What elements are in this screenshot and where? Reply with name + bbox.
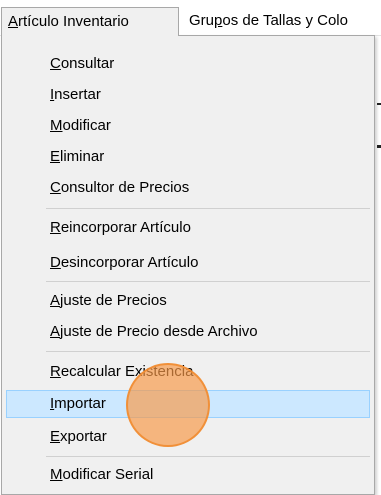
menu-item-ajuste-de-precios[interactable]: Ajuste de Precios (6, 287, 370, 315)
menu-item-desincorporar-articulo[interactable]: Desincorporar Artículo (6, 249, 370, 277)
menubar-articulo-inventario[interactable]: Artículo Inventario (1, 7, 179, 36)
menu-item-modificar[interactable]: Modificar (6, 112, 370, 140)
menu-separator (46, 208, 370, 209)
menu-item-modificar-serial[interactable]: Modificar Serial (6, 461, 370, 489)
menu-item-ajuste-de-precio-desde-archivo[interactable]: Ajuste de Precio desde Archivo (6, 318, 370, 346)
menu-item-insertar[interactable]: Insertar (6, 81, 370, 109)
articulo-inventario-dropdown: Consultar Insertar Modificar Eliminar Co… (1, 35, 375, 495)
menu-item-consultor-de-precios[interactable]: Consultor de Precios (6, 174, 370, 202)
menu-item-importar[interactable]: Importar (6, 390, 370, 418)
menu-item-exportar[interactable]: Exportar (6, 423, 370, 451)
menu-bar: Artículo Inventario Grupos de Tallas y C… (0, 0, 381, 36)
menu-item-recalcular-existencia[interactable]: Recalcular Existencia (6, 358, 370, 386)
menu-separator (46, 456, 370, 457)
background-mark (377, 103, 381, 105)
menu-separator (46, 281, 370, 282)
menubar-grupos-de-tallas[interactable]: Grupos de Tallas y Colo (181, 7, 381, 36)
menu-item-eliminar[interactable]: Eliminar (6, 143, 370, 171)
menu-separator (46, 351, 370, 352)
background-mark (377, 145, 381, 148)
menu-item-reincorporar-articulo[interactable]: Reincorporar Artículo (6, 214, 370, 242)
menu-item-consultar[interactable]: Consultar (6, 50, 370, 78)
